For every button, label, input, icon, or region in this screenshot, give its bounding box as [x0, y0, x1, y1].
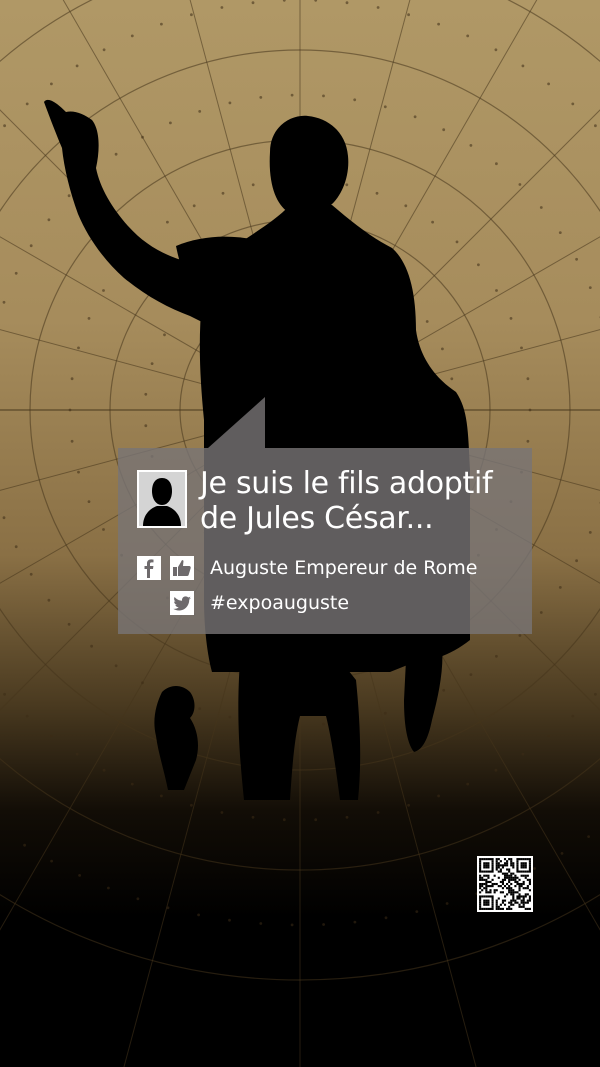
facebook-icon[interactable] — [137, 556, 161, 580]
quote-text: Je suis le fils adoptif de Jules César..… — [200, 466, 520, 536]
facebook-page-name: Auguste Empereur de Rome — [210, 557, 478, 579]
speech-bubble-tail — [208, 397, 265, 448]
thumbs-up-icon[interactable] — [170, 556, 194, 580]
quote-line-2: de Jules César... — [200, 501, 434, 536]
quote-line-1: Je suis le fils adoptif — [200, 466, 493, 501]
person-silhouette-icon — [137, 470, 187, 528]
qr-code[interactable] — [477, 856, 533, 912]
poster: Je suis le fils adoptif de Jules César..… — [0, 0, 600, 1067]
twitter-bird-icon[interactable] — [170, 591, 194, 615]
twitter-hashtag: #expoauguste — [210, 592, 350, 614]
